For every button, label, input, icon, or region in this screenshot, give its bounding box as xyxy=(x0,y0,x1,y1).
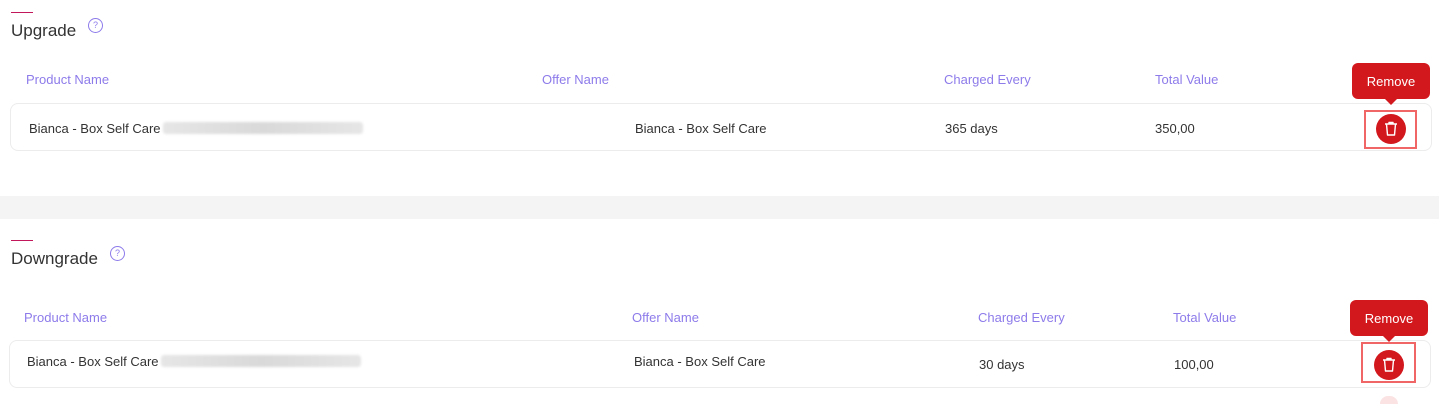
header-offer-name: Offer Name xyxy=(632,310,699,325)
total-value-cell: 350,00 xyxy=(1155,121,1195,136)
product-name-cell: Bianca - Box Self Care xyxy=(27,354,159,369)
table-row: Bianca - Box Self Care Bianca - Box Self… xyxy=(10,103,1432,151)
charged-every-cell: 365 days xyxy=(945,121,998,136)
charged-every-cell: 30 days xyxy=(979,357,1025,372)
header-product-name: Product Name xyxy=(26,72,110,87)
section-accent-line xyxy=(11,240,33,241)
header-charged-every: Charged Every xyxy=(944,72,1031,87)
trash-icon xyxy=(1383,357,1395,372)
product-name-cell: Bianca - Box Self Care xyxy=(29,121,161,136)
section-separator xyxy=(0,196,1439,219)
remove-tooltip: Remove xyxy=(1352,63,1430,105)
upgrade-section: Upgrade ? Product Name Offer Name Charge… xyxy=(0,0,1439,196)
redacted-text xyxy=(163,122,363,134)
section-accent-line xyxy=(11,12,33,13)
header-product-name: Product Name xyxy=(24,310,108,325)
offer-name-cell: Bianca - Box Self Care xyxy=(635,121,767,136)
offer-name-cell: Bianca - Box Self Care xyxy=(634,354,766,369)
remove-button[interactable] xyxy=(1376,114,1406,144)
help-icon[interactable]: ? xyxy=(88,18,103,33)
table-row: Bianca - Box Self Care Bianca - Box Self… xyxy=(9,340,1431,388)
header-total-value: Total Value xyxy=(1155,72,1219,87)
remove-tooltip: Remove xyxy=(1350,300,1428,342)
header-charged-every: Charged Every xyxy=(978,310,1065,325)
next-remove-button-partial xyxy=(1380,396,1398,404)
upgrade-title: Upgrade xyxy=(11,21,77,40)
help-icon[interactable]: ? xyxy=(110,246,125,261)
header-total-value: Total Value xyxy=(1173,310,1237,325)
trash-icon xyxy=(1385,121,1397,136)
remove-button[interactable] xyxy=(1374,350,1404,380)
header-offer-name: Offer Name xyxy=(542,72,609,87)
downgrade-section: Downgrade ? Product Name Offer Name Char… xyxy=(0,219,1439,404)
downgrade-title: Downgrade xyxy=(11,249,98,268)
redacted-text xyxy=(161,355,361,367)
total-value-cell: 100,00 xyxy=(1174,357,1214,372)
